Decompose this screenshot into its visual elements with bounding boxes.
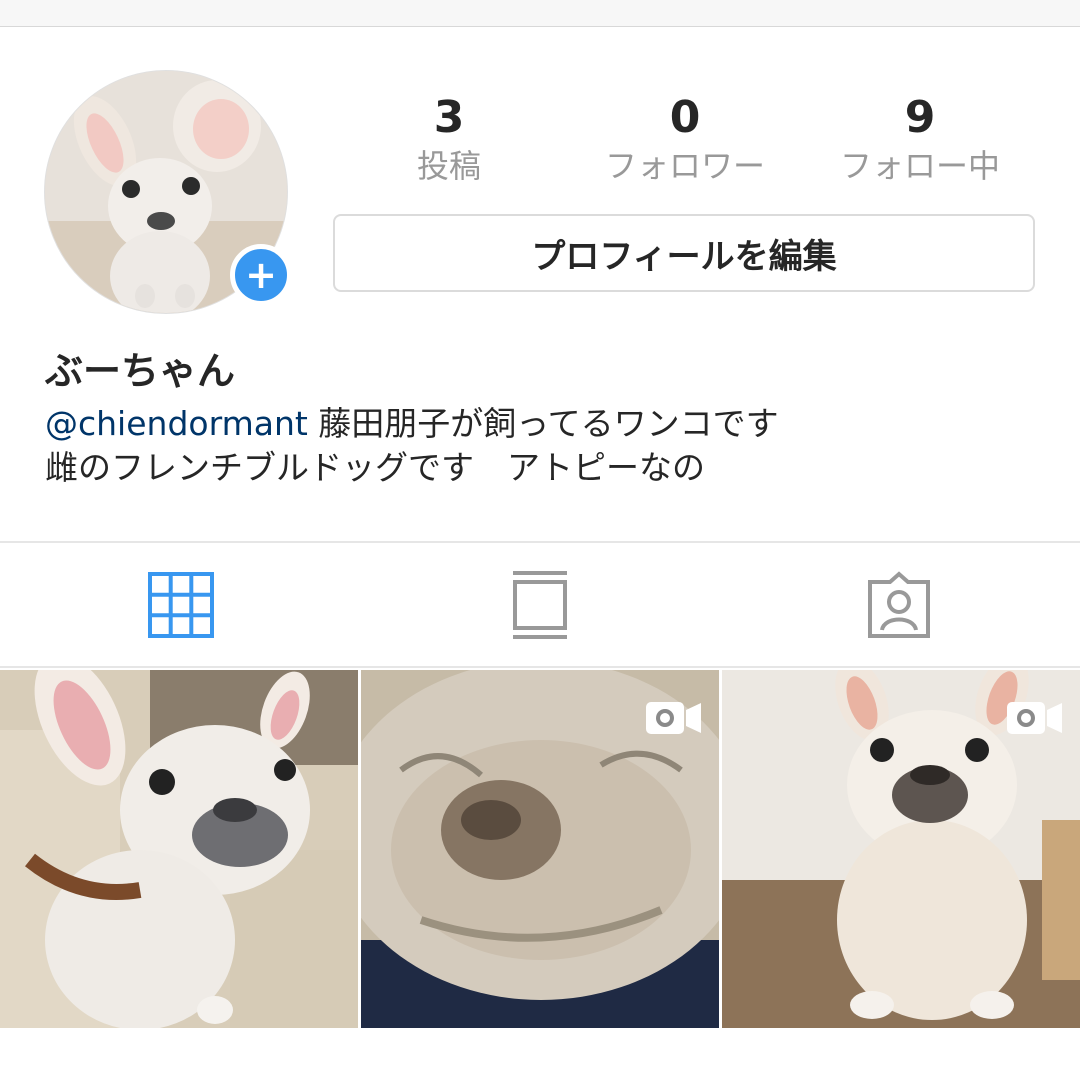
dog-in-car-image bbox=[0, 670, 358, 1028]
followers-count-value: 0 bbox=[669, 92, 701, 143]
tagged-person-icon bbox=[868, 571, 930, 638]
post-thumbnail-2[interactable] bbox=[361, 670, 719, 1028]
post-thumbnail-3[interactable] bbox=[722, 670, 1080, 1028]
edit-profile-button[interactable]: プロフィールを編集 bbox=[333, 214, 1035, 292]
bio-line-1: @chiendormant 藤田朋子が飼ってるワンコです bbox=[45, 402, 779, 446]
grid-icon bbox=[148, 572, 214, 638]
followers-count-label: フォロワー bbox=[604, 147, 765, 185]
tab-grid[interactable] bbox=[146, 570, 216, 640]
bio-line-1-text: 藤田朋子が飼ってるワンコです bbox=[307, 404, 779, 443]
posts-count-value: 3 bbox=[433, 92, 465, 143]
plus-icon: + bbox=[245, 253, 277, 297]
tabs-divider-bottom bbox=[0, 666, 1080, 668]
add-story-button[interactable]: + bbox=[230, 244, 292, 306]
tab-feed[interactable] bbox=[505, 570, 575, 640]
following-count-label: フォロー中 bbox=[839, 147, 1000, 185]
tab-tagged[interactable] bbox=[864, 570, 934, 640]
following-count-value: 9 bbox=[904, 92, 936, 143]
video-camera-icon bbox=[1007, 702, 1062, 734]
profile-name: ぶーちゃん bbox=[45, 349, 236, 393]
profile-bio: @chiendormant 藤田朋子が飼ってるワンコです 雌のフレンチブルドッグ… bbox=[45, 402, 779, 490]
bio-line-2: 雌のフレンチブルドッグです アトピーなの bbox=[45, 448, 705, 487]
feed-icon bbox=[513, 571, 567, 639]
post-thumbnail-1[interactable] bbox=[0, 670, 358, 1028]
followers-count[interactable]: 0 フォロワー bbox=[585, 92, 785, 186]
edit-profile-label: プロフィールを編集 bbox=[531, 236, 837, 277]
bio-mention-link[interactable]: @chiendormant bbox=[45, 404, 308, 443]
following-count[interactable]: 9 フォロー中 bbox=[820, 92, 1020, 186]
posts-count[interactable]: 3 投稿 bbox=[349, 92, 549, 186]
status-bar bbox=[0, 0, 1080, 27]
posts-count-label: 投稿 bbox=[416, 147, 481, 185]
tabs-divider-top bbox=[0, 541, 1080, 543]
video-camera-icon bbox=[646, 702, 701, 734]
